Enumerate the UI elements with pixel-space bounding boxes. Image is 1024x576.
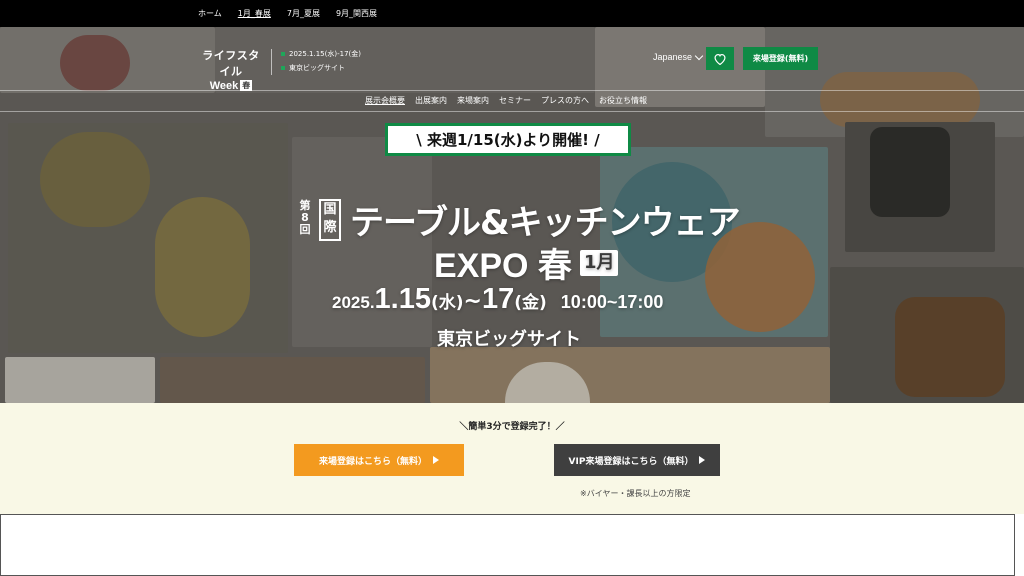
brand-info: 2025.1.15(水)-17(金) 東京ビッグサイト	[281, 47, 361, 75]
brand-info-date: 2025.1.15(水)-17(金)	[289, 50, 361, 58]
event-date-separator: ~	[463, 289, 482, 314]
chevron-down-icon	[694, 51, 704, 60]
language-label: Japanese	[653, 52, 693, 62]
date-bullet-icon	[281, 52, 285, 56]
brand-info-venue: 東京ビッグサイト	[289, 64, 345, 72]
registration-cta: ＼簡単3分で登録完了！／ 来場登録はこちら（無料） VIP来場登録はこちら（無料…	[0, 403, 1024, 514]
language-selector[interactable]: Japanese	[653, 51, 704, 62]
cta-heading: ＼簡単3分で登録完了！／	[459, 422, 565, 432]
expo-title-line1: テーブル&キッチンウェア	[350, 203, 741, 243]
brand-name: ライフスタイル	[202, 50, 260, 78]
top-nav-september-kansai[interactable]: 9月_関西展	[336, 8, 377, 19]
event-start-weekday: (水)	[431, 293, 464, 313]
top-nav-january-spring[interactable]: 1月_春展	[238, 8, 271, 19]
sub-nav-overview[interactable]: 展示会概要	[365, 95, 405, 106]
brand-logo[interactable]: ライフスタイル Week 春	[198, 47, 264, 92]
content-frame	[0, 514, 1015, 576]
hero-section: ライフスタイル Week 春 2025.1.15(水)-17(金) 東京ビッグサイ…	[0, 27, 1024, 403]
header-divider-bottom	[0, 111, 1024, 112]
sub-nav-press[interactable]: プレスの方へ	[541, 95, 589, 106]
sub-nav-visitors[interactable]: 来場案内	[457, 95, 489, 106]
announcement-banner: \ 来週1/15(水)より開催! /	[385, 123, 631, 156]
top-nav-home[interactable]: ホーム	[198, 8, 222, 19]
sub-nav-exhibitors[interactable]: 出展案内	[415, 95, 447, 106]
month-badge: 1月	[579, 249, 619, 276]
event-dates: 2025. 1.15 (水) ~ 17 (金) 10:00~17:00	[332, 283, 663, 316]
expo-title-line2: EXPO 春 1月	[434, 238, 619, 287]
event-year: 2025.	[332, 293, 375, 312]
sub-nav-useful-info[interactable]: お役立ち情報	[599, 95, 647, 106]
sub-nav: 展示会概要 出展案内 来場案内 セミナー プレスの方へ お役立ち情報	[365, 95, 647, 106]
top-nav: ホーム 1月_春展 7月_夏展 9月_関西展	[198, 0, 377, 27]
event-end-day: 17	[481, 283, 515, 315]
edition-label: 第8回	[299, 199, 311, 236]
venue-bullet-icon	[281, 66, 285, 70]
play-arrow-icon	[433, 456, 439, 464]
brand-divider	[271, 49, 272, 75]
event-end-weekday: (金)	[514, 293, 547, 313]
visitor-register-button[interactable]: 来場登録はこちら（無料）	[294, 444, 464, 476]
event-venue: 東京ビッグサイト	[437, 329, 581, 350]
top-bar: ホーム 1月_春展 7月_夏展 9月_関西展	[0, 0, 1024, 27]
event-start-day: 1.15	[374, 283, 431, 315]
vip-register-button[interactable]: VIP来場登録はこちら（無料）	[554, 444, 720, 476]
header-register-button[interactable]: 来場登録(無料)	[743, 47, 818, 70]
vip-note: ※バイヤー・課長以上の方限定	[580, 489, 691, 498]
visitor-register-label: 来場登録はこちら（無料）	[318, 456, 427, 467]
heart-icon	[714, 53, 726, 65]
international-badge: 国際	[319, 199, 341, 241]
header-divider-top	[0, 90, 1024, 91]
expo-title-season: EXPO 春	[434, 247, 572, 285]
sub-nav-seminars[interactable]: セミナー	[499, 95, 531, 106]
vip-register-label: VIP来場登録はこちら（無料）	[568, 456, 694, 467]
favorite-button[interactable]	[706, 47, 734, 70]
top-nav-july-summer[interactable]: 7月_夏展	[287, 8, 320, 19]
play-arrow-icon	[699, 456, 706, 464]
event-hours: 10:00~17:00	[560, 292, 664, 312]
